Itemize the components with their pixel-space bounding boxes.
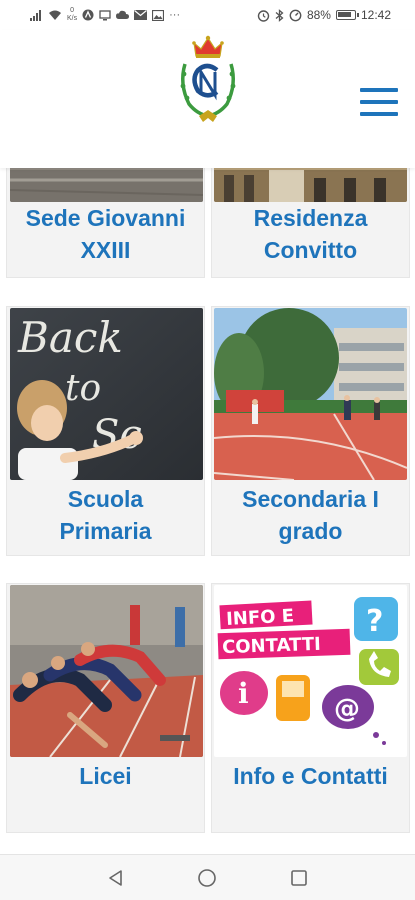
image-icon — [152, 9, 165, 21]
site-header — [0, 30, 415, 168]
card-label: Sede Giovanni XXIII — [7, 202, 204, 266]
svg-text:i: i — [238, 677, 249, 710]
clock-time: 12:42 — [360, 8, 391, 22]
info-contatti-graphic: INFO E CONTATTI ? i @ — [214, 585, 407, 757]
residenza-photo — [214, 168, 407, 202]
card-label-line2: XXIII — [80, 237, 131, 263]
sports-court-photo — [214, 308, 407, 480]
cloud-icon — [116, 10, 130, 19]
card-sede-giovanni[interactable]: Sede Giovanni XXIII — [6, 168, 205, 278]
status-bar-left: 0 K/s ··· — [30, 7, 180, 23]
card-label-line1: Licei — [79, 763, 132, 789]
card-label-line2: grado — [278, 518, 343, 544]
card-label-line1: Secondaria I — [242, 486, 379, 512]
status-bar-right: 88% 12:42 — [257, 8, 391, 22]
hamburger-menu-icon[interactable] — [360, 88, 398, 116]
menu-line — [360, 88, 398, 92]
sprinters-photo — [10, 585, 203, 757]
card-label-line2: Convitto — [263, 237, 358, 263]
info-graphic-line1: INFO E — [226, 605, 295, 630]
data-speed-unit: K/s — [67, 15, 78, 22]
recents-square-icon[interactable] — [284, 863, 314, 893]
card-image-secondaria — [214, 308, 407, 480]
svg-text:@: @ — [334, 694, 360, 724]
bluetooth-icon — [275, 8, 284, 22]
alarm-icon — [257, 9, 270, 22]
card-licei[interactable]: Licei — [6, 583, 205, 833]
school-crest-logo[interactable] — [177, 34, 239, 124]
data-saver-icon — [289, 9, 302, 21]
chalk-line2: to — [65, 368, 101, 409]
card-label: Scuola Primaria — [7, 483, 204, 547]
card-scuola-primaria[interactable]: Back to Sc Scuola Primaria — [6, 306, 205, 556]
card-image-info: INFO E CONTATTI ? i @ — [214, 585, 407, 757]
card-image-sede — [10, 168, 203, 202]
data-speed-icon: 0 K/s — [67, 7, 77, 23]
card-label: Licei — [7, 760, 204, 792]
chalkboard-photo: Back to Sc — [10, 308, 203, 480]
home-circle-icon[interactable] — [192, 863, 222, 893]
system-nav-bar — [0, 854, 415, 900]
card-image-residenza — [214, 168, 407, 202]
battery-level — [337, 12, 351, 17]
card-label-line1: Residenza — [253, 205, 368, 231]
card-image-primaria: Back to Sc — [10, 308, 203, 480]
card-label-line1: Sede Giovanni — [25, 205, 186, 231]
card-residenza-convitto[interactable]: Residenza Convitto — [211, 168, 410, 278]
sede-photo — [10, 168, 203, 202]
more-icon: ··· — [169, 8, 181, 21]
chalk-line1: Back — [17, 313, 123, 362]
menu-line — [360, 112, 398, 116]
screen-icon — [99, 9, 111, 20]
card-label: Residenza Convitto — [212, 202, 409, 266]
status-bar: 0 K/s ··· 88% 12:42 — [0, 0, 415, 30]
svg-text:?: ? — [366, 604, 383, 639]
back-triangle-icon[interactable] — [101, 863, 131, 893]
mail-icon — [134, 10, 148, 20]
data-speed-value: 0 — [70, 7, 75, 14]
card-label: Secondaria I grado — [212, 483, 409, 547]
card-secondaria-i-grado[interactable]: Secondaria I grado — [211, 306, 410, 556]
menu-line — [360, 100, 398, 104]
wifi-icon — [49, 10, 61, 20]
card-label: Info e Contatti — [212, 760, 409, 792]
signal-icon — [30, 9, 41, 21]
card-label-line2: Primaria — [59, 518, 152, 544]
content-grid: Sede Giovanni XXIII Residenza Convitto B… — [0, 168, 415, 854]
card-info-contatti[interactable]: INFO E CONTATTI ? i @ Info e Contatti — [211, 583, 410, 833]
card-label-line1: Scuola — [67, 486, 144, 512]
battery-icon — [335, 10, 359, 20]
app-icon — [82, 9, 94, 21]
card-image-licei — [10, 585, 203, 757]
battery-percent: 88% — [306, 8, 331, 22]
card-label-line1: Info e Contatti — [233, 763, 388, 789]
info-graphic-line2: CONTATTI — [222, 634, 321, 658]
